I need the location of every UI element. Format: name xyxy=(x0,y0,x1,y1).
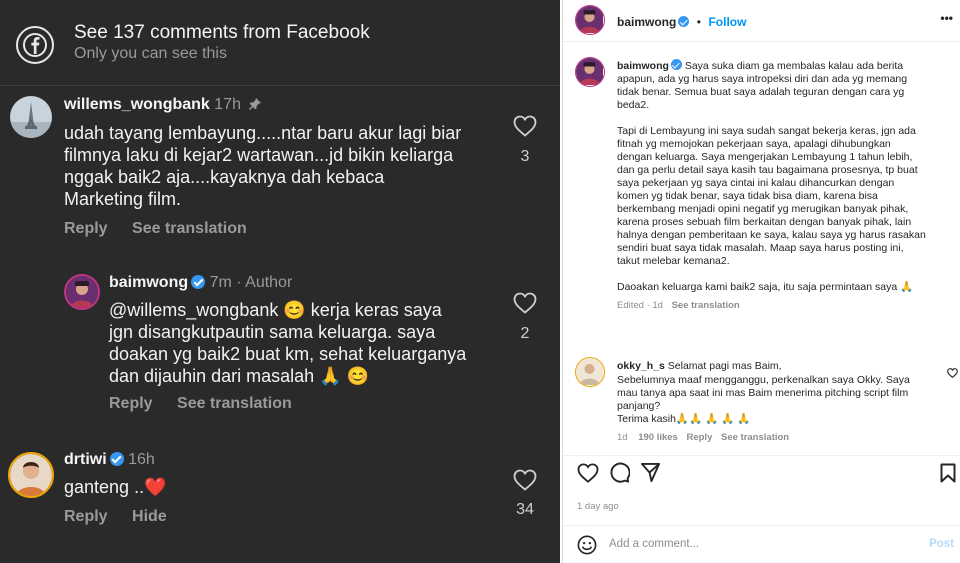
facebook-comments-title[interactable]: See 137 comments from Facebook xyxy=(74,22,370,44)
facebook-comments-subtitle: Only you can see this xyxy=(74,45,227,62)
comment-text: ganteng ..❤️ xyxy=(64,477,167,497)
follow-button[interactable]: Follow xyxy=(708,15,746,29)
more-options-icon[interactable]: ••• xyxy=(940,11,953,25)
comment-heart-icon[interactable] xyxy=(947,365,958,383)
heart-icon[interactable] xyxy=(513,469,537,491)
divider xyxy=(563,525,960,526)
comment-time: 17h xyxy=(214,96,241,113)
comment-drtiwi: drtiwi 16h ganteng ..❤️ Reply Hide xyxy=(64,451,504,526)
emoji-icon[interactable] xyxy=(577,535,597,560)
comment-age: 1d xyxy=(617,432,628,443)
reply-button[interactable]: Reply xyxy=(64,220,108,237)
share-icon[interactable] xyxy=(640,462,661,488)
see-translation-button[interactable]: See translation xyxy=(177,395,292,412)
see-translation-button[interactable]: See translation xyxy=(672,300,740,311)
facebook-comments-header[interactable]: See 137 comments from Facebook Only you … xyxy=(16,22,370,64)
comment-icon[interactable] xyxy=(609,462,631,488)
caption-username[interactable]: baimwong xyxy=(617,60,669,72)
avatar-drtiwi[interactable] xyxy=(8,452,54,498)
avatar-baimwong[interactable] xyxy=(575,5,605,35)
see-translation-button[interactable]: See translation xyxy=(132,220,247,237)
comment-willems-wongbank: willems_wongbank 17h udah tayang lembayu… xyxy=(64,96,504,238)
comment-time: 7m xyxy=(209,274,232,291)
comment-username[interactable]: okky_h_s xyxy=(617,360,665,372)
like-count: 34 xyxy=(516,501,534,518)
facebook-comments-panel: See 137 comments from Facebook Only you … xyxy=(0,0,560,563)
reply-button[interactable]: Reply xyxy=(686,432,712,443)
post-author-username[interactable]: baimwong xyxy=(617,15,676,29)
avatar-willems-wongbank[interactable] xyxy=(10,96,52,138)
heart-icon[interactable] xyxy=(513,115,537,137)
like-post-icon[interactable] xyxy=(577,463,599,488)
divider xyxy=(563,455,960,456)
pin-icon xyxy=(248,97,262,116)
facebook-icon xyxy=(16,26,54,64)
comment-time: 16h xyxy=(128,451,155,468)
avatar-okky-h-s[interactable] xyxy=(575,357,605,387)
comment-likes[interactable]: 190 likes xyxy=(638,432,678,443)
reply-button[interactable]: Reply xyxy=(109,395,153,412)
verified-icon xyxy=(191,275,206,289)
instagram-post-panel: baimwong • Follow ••• baimwong Saya suka… xyxy=(562,0,960,563)
comment-okky-h-s: okky_h_s Selamat pagi mas Baim, Sebelumn… xyxy=(617,360,910,443)
comment-username[interactable]: drtiwi xyxy=(64,451,107,468)
hide-button[interactable]: Hide xyxy=(132,508,167,525)
verified-icon xyxy=(109,452,124,466)
save-bookmark-icon[interactable] xyxy=(940,463,956,488)
post-comment-button[interactable]: Post xyxy=(929,538,954,550)
comment-username[interactable]: willems_wongbank xyxy=(64,96,210,113)
like-count: 3 xyxy=(520,148,530,165)
comment-text: udah tayang lembayung.....ntar baru akur… xyxy=(64,123,462,209)
edited-label: Edited · 1d xyxy=(617,300,663,311)
like-count: 2 xyxy=(520,325,530,342)
see-translation-button[interactable]: See translation xyxy=(721,432,789,443)
post-caption: baimwong Saya suka diam ga membalas kala… xyxy=(617,59,926,311)
comment-username[interactable]: baimwong xyxy=(109,274,188,291)
reply-button[interactable]: Reply xyxy=(64,508,108,525)
post-header: baimwong • Follow ••• xyxy=(563,0,960,42)
divider xyxy=(0,85,560,86)
avatar-baimwong[interactable] xyxy=(64,274,100,310)
verified-icon xyxy=(678,16,690,27)
author-label: · Author xyxy=(236,274,293,291)
heart-icon[interactable] xyxy=(513,292,537,314)
add-comment-input[interactable]: Add a comment... xyxy=(609,538,699,550)
avatar-baimwong[interactable] xyxy=(575,57,605,87)
verified-icon xyxy=(670,59,682,70)
post-age: 1 day ago xyxy=(577,501,619,512)
comment-baimwong: baimwong 7m · Author @willems_wongbank 😊… xyxy=(109,274,509,413)
comment-text: @willems_wongbank 😊 kerja keras saya jgn… xyxy=(109,300,467,386)
